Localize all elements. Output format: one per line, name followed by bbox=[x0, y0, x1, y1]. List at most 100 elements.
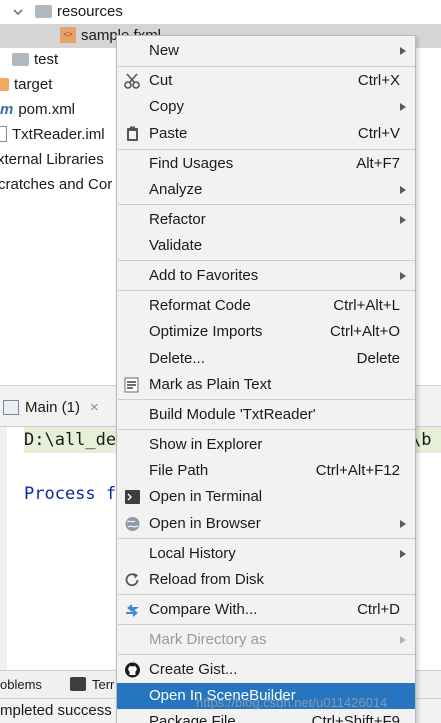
problems-tab[interactable]: oblems bbox=[0, 676, 42, 694]
menu-item-label: Refactor bbox=[149, 211, 206, 228]
menu-item-paste[interactable]: Paste Ctrl+V bbox=[117, 121, 415, 147]
context-menu: New Cut Ctrl+X Copy Paste Ctrl+V Find Us… bbox=[116, 35, 416, 723]
tree-item-label: xternal Libraries bbox=[0, 151, 104, 168]
run-tab-main[interactable]: Main (1) × bbox=[0, 396, 110, 420]
tree-item-label: target bbox=[14, 76, 53, 93]
menu-separator bbox=[118, 66, 415, 67]
menu-item-show-in-explorer[interactable]: Show in Explorer bbox=[117, 432, 415, 458]
menu-separator bbox=[118, 654, 415, 655]
menu-item-shortcut: Delete bbox=[356, 350, 400, 367]
console-gutter bbox=[0, 427, 7, 670]
menu-item-refactor[interactable]: Refactor bbox=[117, 207, 415, 233]
menu-item-label: Copy bbox=[149, 98, 185, 115]
menu-item-reformat-code[interactable]: Reformat Code Ctrl+Alt+L bbox=[117, 293, 415, 319]
menu-item-reload-from-disk[interactable]: Reload from Disk bbox=[117, 567, 415, 593]
menu-separator bbox=[118, 399, 415, 400]
terminal-icon bbox=[125, 490, 140, 504]
menu-separator bbox=[118, 429, 415, 430]
plain-text-icon bbox=[124, 377, 139, 393]
menu-item-open-in-terminal[interactable]: Open in Terminal bbox=[117, 484, 415, 510]
fxml-file-icon: <> bbox=[60, 27, 76, 44]
folder-icon bbox=[12, 52, 29, 66]
menu-item-delete[interactable]: Delete... Delete bbox=[117, 346, 415, 372]
menu-separator bbox=[118, 624, 415, 625]
menu-separator bbox=[118, 290, 415, 291]
menu-item-label: Add to Favorites bbox=[149, 267, 259, 284]
reload-icon bbox=[125, 573, 139, 587]
menu-item-label: Optimize Imports bbox=[149, 323, 263, 340]
menu-item-label: Open in Browser bbox=[149, 515, 261, 532]
menu-item-label: Open in Terminal bbox=[149, 488, 263, 505]
folder-icon bbox=[35, 4, 52, 18]
status-text: mpleted success bbox=[0, 702, 112, 719]
tree-item-label: TxtReader.iml bbox=[12, 126, 105, 143]
menu-item-shortcut: Ctrl+X bbox=[357, 72, 400, 89]
menu-item-shortcut: Ctrl+V bbox=[357, 125, 400, 142]
run-tab-label: Main (1) bbox=[25, 399, 81, 416]
menu-item-find-usages[interactable]: Find Usages Alt+F7 bbox=[117, 151, 415, 177]
menu-item-label: Build Module 'TxtReader' bbox=[149, 406, 316, 423]
menu-item-create-gist[interactable]: Create Gist... bbox=[117, 657, 415, 683]
menu-item-shortcut: Ctrl+Alt+F12 bbox=[315, 462, 400, 479]
chevron-down-icon[interactable] bbox=[12, 6, 24, 18]
menu-item-shortcut: Alt+F7 bbox=[356, 155, 400, 172]
tree-item-label: test bbox=[34, 51, 59, 68]
menu-item-label: Package File bbox=[149, 713, 236, 723]
submenu-arrow-icon bbox=[400, 520, 406, 528]
menu-item-shortcut: Ctrl+Alt+O bbox=[329, 323, 400, 340]
menu-item-label: Analyze bbox=[149, 181, 203, 198]
menu-item-cut[interactable]: Cut Ctrl+X bbox=[117, 68, 415, 94]
clipboard-icon bbox=[127, 126, 138, 141]
menu-item-label: Create Gist... bbox=[149, 661, 238, 678]
folder-icon bbox=[0, 77, 9, 91]
github-icon bbox=[125, 662, 140, 678]
menu-item-file-path[interactable]: File Path Ctrl+Alt+F12 bbox=[117, 458, 415, 484]
menu-item-shortcut: Ctrl+Alt+L bbox=[333, 297, 400, 314]
terminal-icon bbox=[70, 677, 86, 691]
close-icon[interactable]: × bbox=[90, 396, 99, 420]
menu-item-shortcut: Ctrl+Shift+F9 bbox=[311, 713, 400, 723]
watermark: https://blog.csdn.net/u011426014 bbox=[196, 695, 388, 710]
console-process-line: Process f bbox=[24, 484, 117, 504]
command-line-start: D:\all_de bbox=[24, 430, 117, 450]
menu-item-label: Find Usages bbox=[149, 155, 234, 172]
menu-separator bbox=[118, 204, 415, 205]
menu-item-package-file[interactable]: Package File Ctrl+Shift+F9 bbox=[117, 709, 415, 723]
menu-item-label: Cut bbox=[149, 72, 173, 89]
submenu-arrow-icon bbox=[400, 186, 406, 194]
menu-item-mark-as-plain-text[interactable]: Mark as Plain Text bbox=[117, 372, 415, 398]
terminal-tab[interactable]: Terr bbox=[92, 676, 114, 694]
menu-item-copy[interactable]: Copy bbox=[117, 94, 415, 120]
submenu-arrow-icon bbox=[400, 216, 406, 224]
menu-item-label: Compare With... bbox=[149, 601, 258, 618]
file-icon bbox=[0, 126, 7, 143]
submenu-arrow-icon bbox=[400, 103, 406, 111]
scissors-icon bbox=[124, 73, 140, 89]
maven-icon: m bbox=[0, 101, 14, 119]
menu-item-compare-with[interactable]: Compare With... Ctrl+D bbox=[117, 597, 415, 623]
submenu-arrow-icon bbox=[400, 550, 406, 558]
menu-item-local-history[interactable]: Local History bbox=[117, 541, 415, 567]
menu-item-add-to-favorites[interactable]: Add to Favorites bbox=[117, 263, 415, 289]
menu-item-open-in-browser[interactable]: Open in Browser bbox=[117, 511, 415, 537]
menu-separator bbox=[118, 260, 415, 261]
menu-item-analyze[interactable]: Analyze bbox=[117, 177, 415, 203]
tree-item-resources[interactable]: resources bbox=[0, 0, 441, 24]
menu-item-mark-directory-as[interactable]: Mark Directory as bbox=[117, 627, 415, 653]
tree-item-label: cratches and Cor bbox=[0, 176, 113, 193]
menu-separator bbox=[118, 538, 415, 539]
menu-item-label: Local History bbox=[149, 545, 236, 562]
compare-icon bbox=[126, 604, 139, 617]
menu-item-label: Mark as Plain Text bbox=[149, 376, 272, 393]
menu-item-build-module[interactable]: Build Module 'TxtReader' bbox=[117, 402, 415, 428]
tree-item-label: pom.xml bbox=[18, 101, 76, 118]
menu-item-new[interactable]: New bbox=[117, 38, 415, 64]
menu-item-shortcut: Ctrl+D bbox=[357, 601, 400, 618]
menu-separator bbox=[118, 594, 415, 595]
menu-item-optimize-imports[interactable]: Optimize Imports Ctrl+Alt+O bbox=[117, 319, 415, 345]
submenu-arrow-icon bbox=[400, 272, 406, 280]
menu-item-validate[interactable]: Validate bbox=[117, 233, 415, 259]
menu-item-label: New bbox=[149, 42, 180, 59]
menu-item-label: Reformat Code bbox=[149, 297, 251, 314]
submenu-arrow-icon bbox=[400, 636, 406, 644]
